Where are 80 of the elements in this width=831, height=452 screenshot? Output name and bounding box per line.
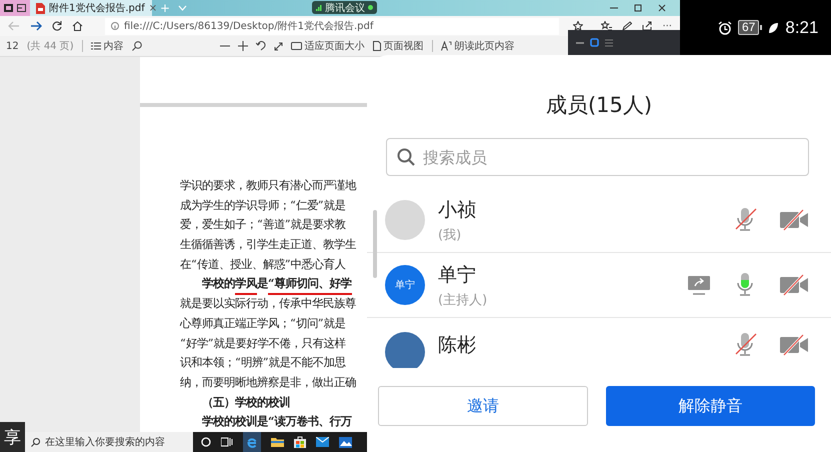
- document-text-line: “好学”就是要好学不倦，只有这样: [180, 336, 346, 352]
- more-button[interactable]: ···: [662, 20, 672, 32]
- page-number[interactable]: 12: [6, 40, 19, 52]
- pdf-file-icon: [36, 2, 45, 14]
- camera-icon[interactable]: [779, 209, 809, 231]
- address-bar[interactable]: file:///C:/Users/86139/Desktop/附件1党代会报告.pdf: [105, 18, 560, 34]
- list-icon: [90, 42, 101, 50]
- document-text-line: 爱，爱生如子；“善道”就是要求教: [180, 217, 346, 234]
- page-total: (共 44 页): [26, 40, 74, 53]
- battery-level: 67: [738, 20, 760, 35]
- document-text-line: 学校的学风是“尊师切问、好学: [180, 275, 352, 296]
- avatar-initials: 单宁: [395, 278, 415, 292]
- battery-tip-icon: [760, 25, 762, 30]
- rotate-icon[interactable]: [256, 41, 266, 51]
- invite-button[interactable]: 邀请: [378, 386, 588, 426]
- search-icon[interactable]: [132, 41, 142, 51]
- folder-icon[interactable]: [271, 437, 284, 447]
- scrollbar[interactable]: [373, 210, 377, 278]
- tab-set-icon[interactable]: [4, 4, 13, 12]
- screen-share-icon[interactable]: [687, 274, 711, 296]
- photos-icon[interactable]: [339, 436, 352, 448]
- forward-icon[interactable]: [30, 21, 42, 31]
- mail-icon[interactable]: [316, 437, 329, 447]
- microphone-icon[interactable]: [733, 332, 757, 358]
- contents-button[interactable]: 内容: [90, 39, 124, 53]
- store-icon[interactable]: [294, 436, 306, 448]
- task-view-icon[interactable]: [221, 437, 233, 447]
- maximize-icon[interactable]: [634, 4, 642, 12]
- home-icon[interactable]: [72, 21, 83, 31]
- fullscreen-icon[interactable]: [274, 42, 283, 50]
- cortana-icon[interactable]: [201, 437, 211, 447]
- camera-icon[interactable]: [779, 334, 809, 356]
- signal-icon: [316, 4, 322, 10]
- read-aloud-icon: [440, 41, 452, 51]
- member-name: 单宁: [438, 262, 477, 288]
- star-icon[interactable]: [573, 21, 584, 31]
- member-name: 陈彬: [438, 333, 476, 358]
- close-icon[interactable]: [658, 4, 666, 12]
- document-text-line: 学校的校训是“读万卷书、行万: [201, 413, 352, 430]
- info-icon: [111, 22, 119, 30]
- status-dot-icon: [368, 5, 373, 10]
- browser-e-icon[interactable]: [243, 432, 261, 452]
- camera-icon[interactable]: [779, 274, 809, 296]
- page-view-button[interactable]: 页面视图: [372, 39, 424, 53]
- document-text-line: 就是要以实际行动，传承中华民族尊: [180, 296, 356, 312]
- member-role: (我): [438, 226, 462, 244]
- tab-preview-icon[interactable]: [17, 4, 26, 12]
- meeting-indicator[interactable]: 腾讯会议: [312, 1, 377, 14]
- leaf-icon: [768, 22, 780, 34]
- favorites-icon[interactable]: [601, 21, 612, 31]
- read-aloud-button[interactable]: 朗读此页内容: [440, 39, 515, 53]
- member-role: (主持人): [438, 292, 488, 308]
- menu-icon[interactable]: [605, 38, 613, 46]
- document-text-line: 成为学生的学识导师；“仁爱”就是: [180, 198, 346, 214]
- share-label[interactable]: 享: [0, 422, 25, 452]
- document-text-line: 心尊师真正端正学风；“切问”就是: [180, 316, 346, 332]
- document-text-line: 纳，而要明晰地辨察是非，做出正确: [180, 374, 356, 391]
- document-text-line: 学识的要求，教师只有潜心而严谨地: [180, 178, 356, 194]
- document-text-line: 识和本领；“明辨”就是不能不加思: [180, 355, 346, 372]
- fit-icon: [290, 42, 302, 50]
- panel-title: 成员(15人): [544, 92, 654, 119]
- member-search-field[interactable]: 搜索成员: [386, 138, 809, 176]
- restore-icon[interactable]: [590, 38, 599, 47]
- document-text-line: 在“传道、授业、解惑”中悉心育人: [180, 256, 346, 273]
- page-icon: [372, 41, 381, 51]
- zoom-in-icon[interactable]: [238, 41, 248, 51]
- meeting-label: 腾讯会议: [325, 2, 365, 14]
- fit-page-button[interactable]: 适应页面大小: [290, 39, 365, 53]
- member-name: 小祯: [438, 198, 476, 222]
- microphone-icon[interactable]: [733, 207, 757, 233]
- document-text-line: 生循循善诱，引学生走正道、教学生: [180, 237, 356, 254]
- unmute-button[interactable]: 解除静音: [606, 386, 815, 426]
- search-icon: [397, 148, 415, 166]
- clock-time: 8:21: [785, 18, 818, 38]
- taskbar-search-field[interactable]: 在这里输入你要搜索的内容: [25, 432, 193, 452]
- share-icon[interactable]: [642, 21, 652, 31]
- document-text-line: （五）学校的校训: [201, 394, 290, 411]
- alarm-clock-icon: [718, 20, 732, 34]
- search-icon: [31, 438, 40, 446]
- refresh-icon[interactable]: [52, 21, 62, 31]
